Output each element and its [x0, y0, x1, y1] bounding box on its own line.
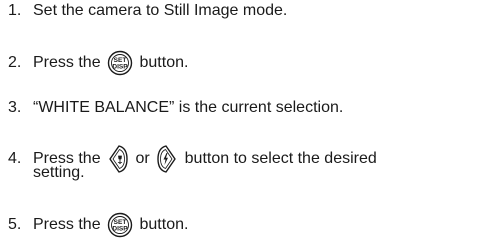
step-5: 5. Press the SET DISP button. [8, 212, 188, 238]
step-number: 4. [8, 150, 22, 168]
step-text-or: or [135, 150, 150, 168]
step-4-continuation: setting. [33, 164, 85, 181]
set-disp-button-icon: SET DISP [107, 50, 133, 76]
step-text: Set the camera to Still Image mode. [33, 2, 288, 19]
right-arrow-flash-button-icon [156, 144, 178, 174]
left-arrow-macro-button-icon [107, 144, 129, 174]
step-number: 2. [8, 54, 22, 72]
set-disp-button-icon: SET DISP [107, 212, 133, 238]
step-number: 1. [8, 2, 22, 19]
step-text-before: Press the [33, 216, 101, 234]
step-number: 5. [8, 216, 22, 234]
disp-label: DISP [112, 226, 128, 233]
step-text: “WHITE BALANCE” is the current selection… [33, 99, 344, 116]
step-1: 1. Set the camera to Still Image mode. [8, 1, 287, 20]
step-text-after: button. [139, 216, 189, 234]
step-text-before: Press the [33, 54, 101, 72]
step-text-after: button to select the desired [184, 150, 377, 168]
disp-label: DISP [112, 64, 128, 71]
step-2: 2. Press the SET DISP button. [8, 50, 188, 76]
instruction-list: 1. Set the camera to Still Image mode. 2.… [0, 0, 500, 247]
step-3: 3. “WHITE BALANCE” is the current selecti… [8, 98, 343, 117]
step-text-after: button. [139, 54, 189, 72]
step-number: 3. [8, 99, 22, 116]
